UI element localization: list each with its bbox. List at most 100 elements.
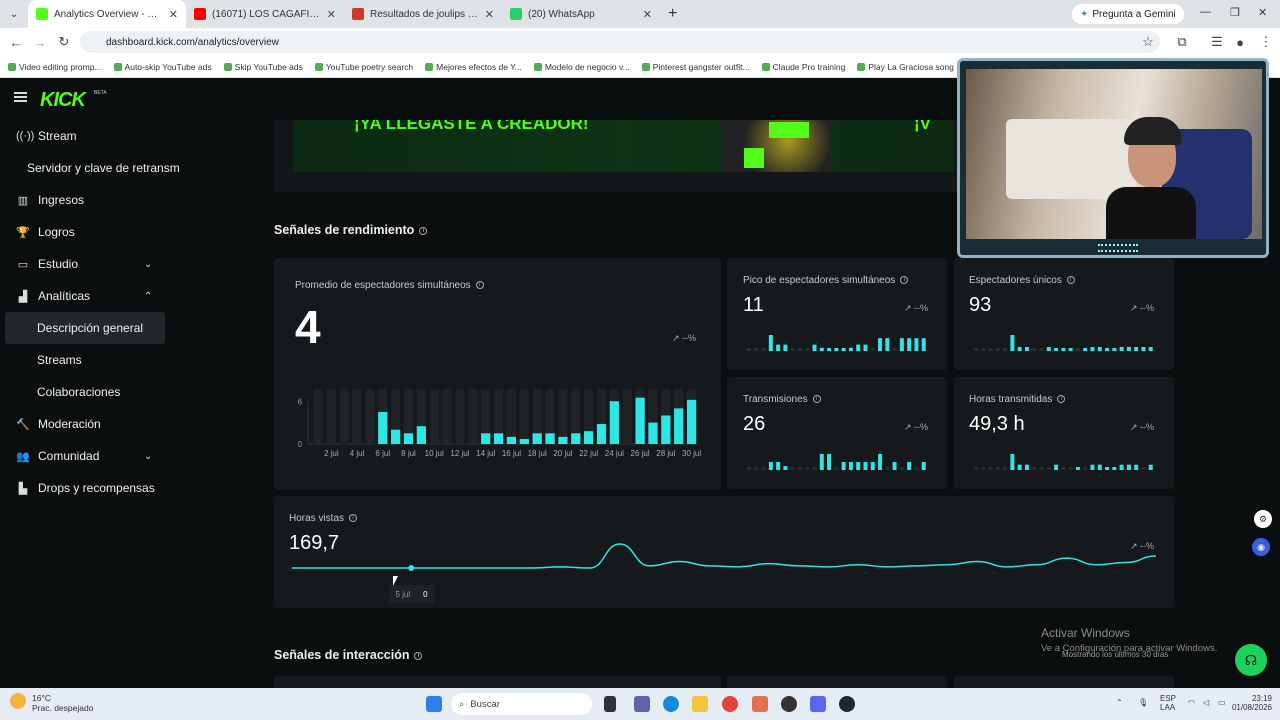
browser-tab[interactable]: Analytics Overview - Kick Dashb ✕ (28, 0, 186, 28)
steam-icon[interactable] (839, 696, 855, 712)
wifi-icon[interactable]: ◠ (1188, 698, 1195, 707)
clock[interactable]: 23:19 01/08/2026 (1226, 694, 1272, 712)
kick-logo[interactable]: KICK (40, 89, 86, 112)
card-avg-viewers: Promedio de espectadores simultáneos i 4 … (274, 258, 721, 490)
sidebar-item-label: Comunidad (38, 449, 100, 463)
menu-kebab-icon[interactable]: ⋮ (1254, 34, 1278, 50)
bookmark-item[interactable]: Auto-skip YouTube ads (113, 62, 212, 72)
sidebar-item[interactable]: Streams (0, 344, 180, 376)
sidebar-item[interactable]: ▟ Analíticas ⌃ (0, 280, 180, 312)
side-assistant-icon[interactable]: ◉ (1252, 538, 1270, 556)
peak-viewers-sparkbars (747, 335, 926, 351)
bookmark-icon (761, 62, 770, 71)
minimize-icon[interactable]: — (1200, 6, 1211, 18)
tray-chevron-icon[interactable]: ⌃ (1116, 698, 1123, 707)
sidebar-item[interactable]: 🏆 Logros (0, 216, 180, 248)
bookmark-item[interactable]: YouTube poetry search (314, 62, 413, 72)
browser-tab[interactable]: (16071) LOS CAGAFIESTAS: EL D ✕ (186, 0, 344, 28)
sidebar-item[interactable]: Descripción general (5, 312, 165, 344)
windows-start-icon[interactable] (426, 696, 442, 712)
chevron-icon[interactable]: ⌄ (144, 451, 152, 462)
bar (584, 431, 594, 444)
claude-icon[interactable] (752, 696, 768, 712)
tooltip-value: 0 (423, 589, 428, 599)
sidebar-item[interactable]: ▙ Drops y recompensas (0, 472, 180, 504)
sidebar-item[interactable]: ▭ Estudio ⌄ (0, 248, 180, 280)
extensions-icon[interactable]: ⧉ (1170, 34, 1194, 50)
task-view-icon[interactable] (604, 696, 616, 712)
bookmark-item[interactable]: Claude Pro training (761, 62, 845, 72)
mini-bar (812, 467, 817, 470)
info-icon[interactable]: i (414, 651, 423, 660)
language-indicator[interactable]: ESP LAA (1160, 694, 1176, 712)
support-chat-button[interactable]: ☊ (1235, 644, 1267, 676)
side-widget-icon[interactable]: ⚙ (1254, 510, 1272, 528)
forward-icon[interactable]: → (28, 35, 52, 50)
sidebar-item[interactable]: Servidor y clave de retransm (0, 152, 180, 184)
url-field[interactable]: dashboard.kick.com/analytics/overview (80, 31, 1160, 53)
browser-tab[interactable]: Resultados de joulips en Sound ✕ (344, 0, 502, 28)
mini-bar (805, 467, 810, 470)
restore-icon[interactable]: ❐ (1230, 6, 1240, 19)
bar (596, 424, 607, 444)
bookmark-star-icon[interactable]: ☆ (1136, 34, 1160, 50)
bookmark-item[interactable]: Modelo de negocio v... (533, 62, 630, 72)
back-icon[interactable]: ← (4, 35, 28, 50)
bookmark-label: Mejores efectos de Y... (436, 61, 522, 72)
discord-icon[interactable] (810, 696, 826, 712)
mini-bar (1112, 348, 1117, 351)
bookmark-item[interactable]: Skip YouTube ads (223, 62, 303, 72)
mini-bar (754, 348, 759, 351)
mini-bar (1105, 467, 1110, 470)
sidebar-item[interactable]: ▥ Ingresos (0, 184, 180, 216)
bookmark-item[interactable]: Play La Graciosa song (857, 62, 954, 72)
hamburger-icon[interactable] (14, 92, 27, 102)
sidebar-item-label: Ingresos (38, 193, 85, 207)
chevron-icon[interactable]: ⌃ (144, 291, 152, 302)
browser-tab[interactable]: (20) WhatsApp ✕ (502, 0, 660, 28)
app-icon[interactable] (781, 696, 797, 712)
mini-bar (754, 467, 759, 470)
volume-icon[interactable]: ◁ (1203, 698, 1209, 707)
sidebar-item[interactable]: 🔨 Moderación (0, 408, 180, 440)
taskbar-search[interactable]: ⌕ Buscar (451, 693, 592, 715)
avg-viewers-chart: 0 6 2 jul 4 jul 6 jul 8 jul 10 jul 12 jul 14 jul… (298, 389, 701, 458)
tab-search-icon[interactable]: ⌄ (0, 9, 28, 20)
mini-bar (995, 348, 1000, 351)
mini-bar (870, 348, 875, 351)
tooltip-date: 5 jul (395, 589, 411, 599)
bookmark-item[interactable]: Pinterest gangster outfit... (641, 62, 750, 72)
sidebar-item[interactable]: Colaboraciones (0, 376, 180, 408)
sidebar-item-label: Descripción general (37, 321, 144, 335)
reload-icon[interactable]: ↻ (52, 34, 76, 50)
chevron-icon[interactable]: ⌄ (144, 259, 152, 270)
tab-close-icon[interactable]: ✕ (643, 8, 652, 21)
chrome-icon[interactable] (722, 696, 738, 712)
x-tick-label: 24 jul (605, 449, 624, 458)
tab-close-icon[interactable]: ✕ (327, 8, 336, 21)
tab-close-icon[interactable]: ✕ (485, 8, 494, 21)
edge-icon[interactable] (663, 696, 679, 712)
mini-bar (1017, 347, 1022, 351)
bookmark-item[interactable]: Video editing promp... (8, 62, 102, 72)
revenue-icon: ▥ (17, 194, 29, 207)
profile-avatar[interactable]: ● (1228, 35, 1252, 50)
file-explorer-icon[interactable] (692, 696, 708, 712)
weather-sun-icon (10, 693, 26, 709)
tab-close-icon[interactable]: ✕ (169, 8, 178, 21)
gemini-button[interactable]: ✦ Pregunta a Gemini (1072, 4, 1184, 24)
reading-list-icon[interactable]: ☰ (1205, 34, 1229, 50)
sidebar-item[interactable]: ((·)) Stream (0, 120, 180, 152)
info-icon[interactable]: i (419, 226, 428, 235)
microphone-icon[interactable]: 🎙 (1138, 698, 1148, 707)
weather-widget[interactable]: 16°C Prac. despejado (10, 693, 93, 713)
bookmark-item[interactable]: Mejores efectos de Y... (425, 62, 522, 72)
sidebar-item[interactable]: 👥 Comunidad ⌄ (0, 440, 180, 472)
mini-bar (899, 467, 904, 470)
battery-icon[interactable]: ▭ (1218, 698, 1226, 707)
x-tick-label: 20 jul (553, 449, 572, 458)
teams-icon[interactable] (634, 696, 650, 712)
new-tab-button[interactable]: + (660, 5, 685, 23)
studio-icon: ▭ (17, 258, 29, 271)
close-window-icon[interactable]: ✕ (1258, 6, 1267, 19)
